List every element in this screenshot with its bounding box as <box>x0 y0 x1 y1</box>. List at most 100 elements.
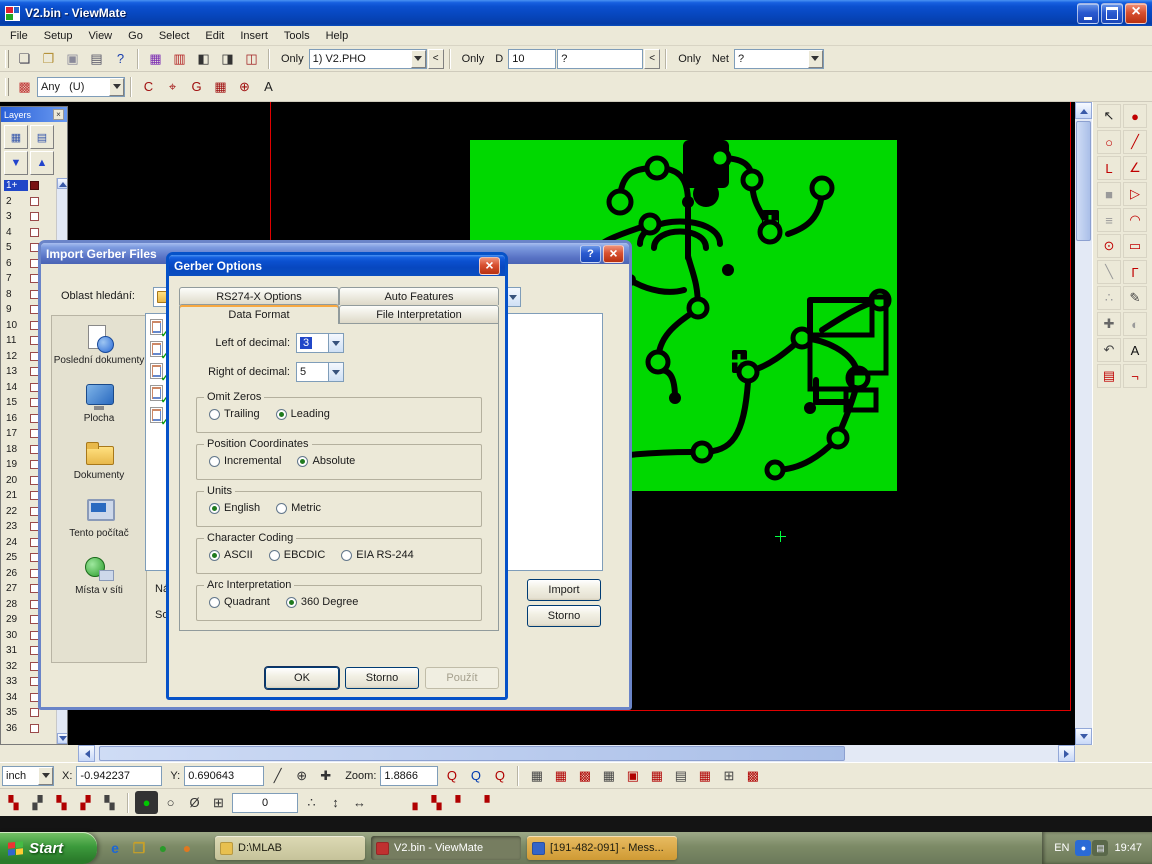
dot-matrix-icon[interactable]: ∴ <box>300 791 323 814</box>
cancel-button[interactable]: Storno <box>345 667 419 689</box>
close-button[interactable] <box>603 245 624 263</box>
radio-360-degree[interactable]: 360 Degree <box>286 596 359 608</box>
film-box-icon[interactable]: ▤ <box>1097 364 1121 388</box>
chevron-down-icon[interactable] <box>411 50 426 68</box>
chevron-down-icon[interactable] <box>109 78 124 96</box>
layer-color-swatch[interactable] <box>30 708 39 717</box>
ok-button[interactable]: OK <box>265 667 339 689</box>
filled-rect-icon[interactable]: ■ <box>1097 182 1121 206</box>
menu-select[interactable]: Select <box>151 28 198 44</box>
dialog-title-bar[interactable]: Gerber Options <box>169 255 505 276</box>
flash-pattern-icon-2[interactable]: ▞ <box>26 791 49 814</box>
zoom-input[interactable] <box>380 766 438 786</box>
keyboard-tray-icon[interactable]: ▤ <box>1092 840 1108 856</box>
scroll-right-button[interactable] <box>1058 745 1075 762</box>
task-messenger[interactable]: [191-482-091] - Mess... <box>527 836 677 860</box>
close-button[interactable] <box>1125 3 1147 24</box>
display-mode-icon-1[interactable]: ▩ <box>573 764 596 787</box>
tab-auto-features[interactable]: Auto Features <box>339 287 499 305</box>
help-button[interactable] <box>580 245 601 263</box>
dcode-wheel-icon[interactable]: ◫ <box>240 47 263 70</box>
dcode-copy-icon[interactable]: ◨ <box>216 47 239 70</box>
display-mode-icon-8[interactable]: ▩ <box>741 764 764 787</box>
angle-route-icon[interactable]: ∠ <box>1123 156 1147 180</box>
menu-setup[interactable]: Setup <box>36 28 81 44</box>
gamma-route-icon[interactable]: Γ <box>1123 260 1147 284</box>
scroll-thumb[interactable] <box>1076 121 1091 241</box>
pad-red-pattern-icon-2[interactable]: ▚ <box>425 791 448 814</box>
place-network[interactable]: Místa v síti <box>52 546 146 604</box>
layer-table-icon[interactable]: ▦ <box>4 125 28 149</box>
pointer-tool-icon[interactable]: ↖ <box>1097 104 1121 128</box>
undo-arrow-icon[interactable]: ↶ <box>1097 338 1121 362</box>
target-icon[interactable]: ⊕ <box>233 75 256 98</box>
menu-edit[interactable]: Edit <box>197 28 232 44</box>
snap-cross-icon[interactable]: ✚ <box>314 764 337 787</box>
display-pads-icon[interactable]: ▦ <box>525 764 548 787</box>
layer-color-swatch[interactable] <box>30 181 39 190</box>
pad-red-pattern-icon-4[interactable]: ▝ <box>473 791 496 814</box>
menu-file[interactable]: File <box>2 28 36 44</box>
circled-dot-icon[interactable]: ⊙ <box>1097 234 1121 258</box>
flash-pattern-icon-1[interactable]: ▚ <box>2 791 25 814</box>
scroll-down-button[interactable] <box>1075 728 1092 745</box>
dcode-table-icon[interactable]: ▦ <box>144 47 167 70</box>
only-layer-label[interactable]: Only <box>281 53 304 65</box>
selection-count-input[interactable] <box>232 793 298 813</box>
import-button[interactable]: Import <box>527 579 601 601</box>
highlight-mode-select[interactable]: Any (U) <box>37 77 125 97</box>
display-traces-icon[interactable]: ▦ <box>549 764 572 787</box>
menu-help[interactable]: Help <box>318 28 357 44</box>
layers-panel-header[interactable]: Layers × <box>1 107 67 122</box>
display-mode-icon-2[interactable]: ▦ <box>597 764 620 787</box>
prev-layer-button[interactable]: < <box>428 49 444 69</box>
radio-ebcdic[interactable]: EBCDIC <box>269 549 326 561</box>
y-coordinate-input[interactable] <box>184 766 264 786</box>
start-button[interactable]: Start <box>0 832 97 864</box>
grid-table-icon[interactable]: ⊞ <box>207 791 230 814</box>
new-file-icon[interactable]: ❏ <box>13 47 36 70</box>
dcode-swap-icon[interactable]: ◧ <box>192 47 215 70</box>
chevron-down-icon[interactable] <box>328 363 343 381</box>
minimize-button[interactable] <box>1077 3 1099 24</box>
radio-quadrant[interactable]: Quadrant <box>209 596 270 608</box>
only-net-label[interactable]: Only <box>678 53 701 65</box>
tab-rs274-x-options[interactable]: RS274-X Options <box>179 287 339 305</box>
probe-circle-icon[interactable]: ○ <box>159 791 182 814</box>
place-desktop[interactable]: Plocha <box>52 374 146 432</box>
task-mlab[interactable]: D:\MLAB <box>215 836 365 860</box>
only-dcode-label[interactable]: Only <box>462 53 485 65</box>
place-documents[interactable]: Dokumenty <box>52 431 146 489</box>
layer-list-icon[interactable]: ▤ <box>30 125 54 149</box>
context-help-icon[interactable]: ? <box>109 47 132 70</box>
dcode-filter-input[interactable] <box>557 49 643 69</box>
radio-metric[interactable]: Metric <box>276 502 321 514</box>
apply-button[interactable]: Použít <box>425 667 499 689</box>
radio-english[interactable]: English <box>209 502 260 514</box>
scroll-left-button[interactable] <box>78 745 95 762</box>
close-button[interactable] <box>479 257 500 275</box>
tab-data-format[interactable]: Data Format <box>179 304 339 324</box>
layer-select[interactable]: 1) V2.PHO <box>309 49 427 69</box>
scroll-down-button[interactable] <box>57 733 67 744</box>
open-file-icon[interactable]: ❐ <box>37 47 60 70</box>
origin-target-icon[interactable]: ⊕ <box>290 764 313 787</box>
layer-color-swatch[interactable] <box>30 197 39 206</box>
messenger-tray-icon[interactable]: ● <box>1075 840 1091 856</box>
dcode-edit-icon[interactable]: ▥ <box>168 47 191 70</box>
title-bar[interactable]: V2.bin - ViewMate <box>0 0 1152 26</box>
cross-tool-icon[interactable]: ✚ <box>1097 312 1121 336</box>
hatch-lines-icon[interactable]: ≡ <box>1097 208 1121 232</box>
chevron-down-icon[interactable] <box>808 50 823 68</box>
dcode-input[interactable] <box>508 49 556 69</box>
pad-red-pattern-icon-1[interactable]: ▗ <box>401 791 424 814</box>
hook-tool-icon[interactable]: ¬ <box>1123 364 1147 388</box>
zoom-selection-icon[interactable]: Q <box>488 764 511 787</box>
tab-file-interpretation[interactable]: File Interpretation <box>339 305 499 323</box>
menu-insert[interactable]: Insert <box>232 28 276 44</box>
pad-red-pattern-icon-3[interactable]: ▘ <box>449 791 472 814</box>
horizontal-scrollbar[interactable] <box>0 745 1152 762</box>
traffic-light-icon[interactable]: ● <box>135 791 158 814</box>
backslash-line-icon[interactable]: ╲ <box>1097 260 1121 284</box>
display-mode-icon-6[interactable]: ▦ <box>693 764 716 787</box>
